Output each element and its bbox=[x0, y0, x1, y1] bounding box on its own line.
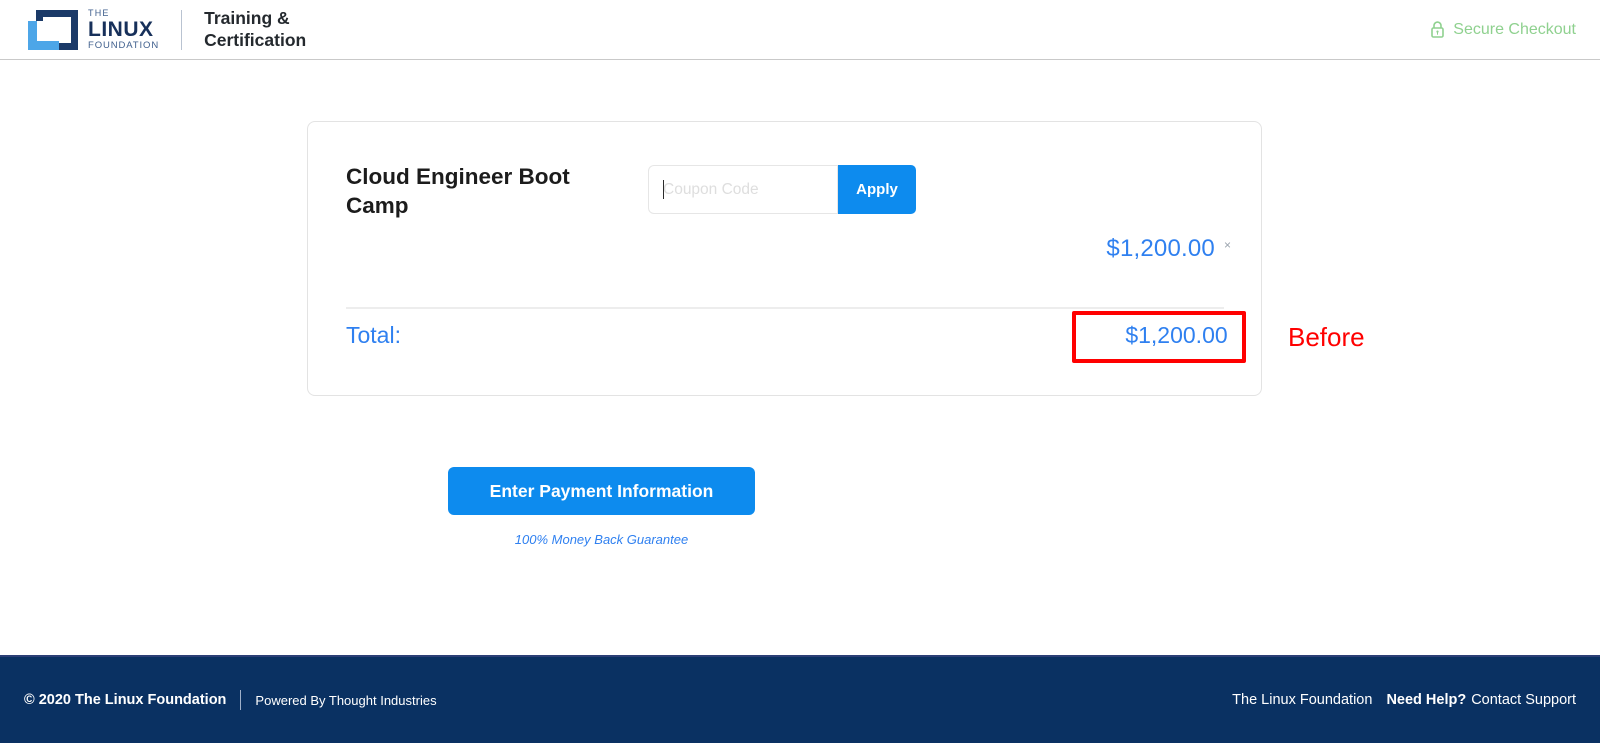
checkout-page: THE LINUX FOUNDATION Training & Certific… bbox=[0, 0, 1600, 743]
logo-the-text: THE bbox=[88, 7, 110, 18]
footer-left-group: © 2020 The Linux Foundation Powered By T… bbox=[24, 690, 437, 710]
site-footer: © 2020 The Linux Foundation Powered By T… bbox=[0, 655, 1600, 743]
logo-inner-shape bbox=[28, 20, 59, 50]
order-item-price-row: $1,200.00 × bbox=[1106, 235, 1231, 263]
remove-item-icon[interactable]: × bbox=[1224, 238, 1231, 252]
lock-icon bbox=[1431, 21, 1445, 38]
apply-coupon-button[interactable]: Apply bbox=[838, 165, 916, 214]
logo-linux-text: LINUX bbox=[88, 17, 154, 41]
logo-wordmark: THE LINUX FOUNDATION bbox=[88, 7, 160, 51]
brand-logo[interactable]: THE LINUX FOUNDATION Training & Certific… bbox=[28, 0, 306, 60]
order-item-price: $1,200.00 bbox=[1106, 235, 1215, 262]
linux-foundation-logo-icon bbox=[28, 8, 82, 52]
footer-copyright: © 2020 The Linux Foundation bbox=[24, 692, 227, 708]
annotation-before-label: Before bbox=[1288, 322, 1365, 352]
footer-powered-by: Powered By Thought Industries bbox=[255, 692, 437, 708]
order-item-row: Cloud Engineer Boot Camp Apply bbox=[308, 122, 1261, 221]
enter-payment-information-button[interactable]: Enter Payment Information bbox=[448, 467, 755, 515]
money-back-guarantee-text: 100% Money Back Guarantee bbox=[514, 532, 689, 547]
text-cursor bbox=[663, 180, 664, 199]
order-summary-card: Cloud Engineer Boot Camp Apply $1,200.00… bbox=[307, 121, 1262, 396]
footer-right-group: The Linux Foundation Need Help? Contact … bbox=[1232, 692, 1576, 708]
header-divider bbox=[181, 9, 183, 50]
secure-checkout-indicator: Secure Checkout bbox=[1430, 21, 1576, 39]
card-divider bbox=[346, 307, 1224, 309]
order-item-title: Cloud Engineer Boot Camp bbox=[346, 164, 570, 219]
coupon-form: Apply bbox=[648, 165, 916, 214]
logo-foundation-text: FOUNDATION bbox=[88, 39, 160, 51]
order-total-value: $1,200.00 bbox=[1125, 322, 1228, 348]
site-header: THE LINUX FOUNDATION Training & Certific… bbox=[0, 0, 1600, 60]
footer-organization-link[interactable]: The Linux Foundation bbox=[1232, 692, 1372, 708]
coupon-input-wrapper bbox=[648, 165, 838, 214]
footer-separator bbox=[240, 690, 242, 710]
header-title: Training & Certification bbox=[204, 7, 307, 50]
coupon-code-input[interactable] bbox=[648, 165, 838, 214]
footer-contact-support-link[interactable]: Contact Support bbox=[1471, 692, 1576, 708]
secure-checkout-label: Secure Checkout bbox=[1453, 20, 1576, 38]
order-total-label: Total: bbox=[346, 322, 401, 348]
footer-need-help-label: Need Help? bbox=[1386, 692, 1467, 708]
